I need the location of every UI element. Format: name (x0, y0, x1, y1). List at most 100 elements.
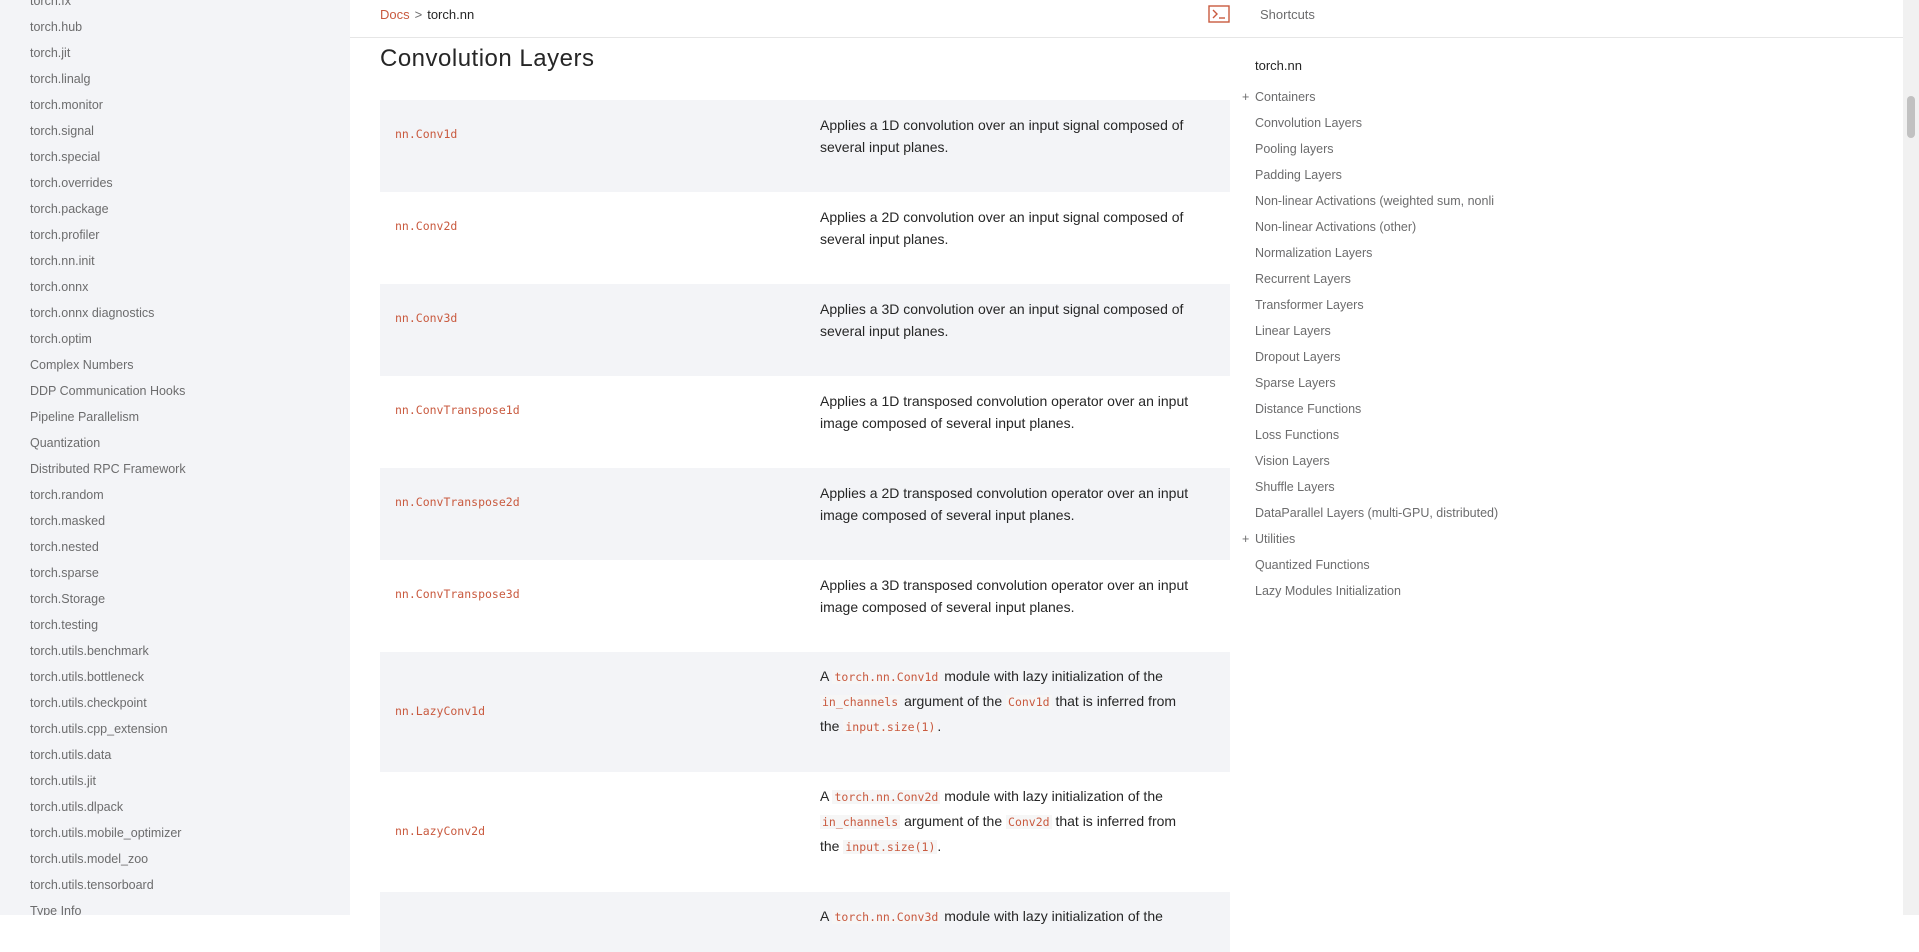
expand-plus-icon[interactable]: + (1242, 526, 1249, 552)
sidebar-item[interactable]: torch.special (30, 144, 186, 170)
sidebar-item[interactable]: Distributed RPC Framework (30, 456, 186, 482)
sidebar-item[interactable]: torch.fx (30, 0, 186, 14)
sidebar-item[interactable]: torch.overrides (30, 170, 186, 196)
desc-text: argument of the (904, 813, 1003, 829)
toc-item[interactable]: Padding Layers (1245, 162, 1498, 188)
sidebar-item[interactable]: torch.utils.data (30, 742, 186, 768)
toc-item[interactable]: Convolution Layers (1245, 110, 1498, 136)
sidebar-item[interactable]: torch.package (30, 196, 186, 222)
sidebar-item[interactable]: torch.jit (30, 40, 186, 66)
sidebar-item[interactable]: DDP Communication Hooks (30, 378, 186, 404)
sidebar-item[interactable]: torch.monitor (30, 92, 186, 118)
sidebar-item[interactable]: torch.utils.bottleneck (30, 664, 186, 690)
scrollbar-thumb[interactable] (1907, 96, 1915, 138)
description-line: A torch.nn.Conv2d module with lazy initi… (820, 784, 1215, 809)
toc-item[interactable]: Dropout Layers (1245, 344, 1498, 370)
sidebar-item[interactable]: torch.nested (30, 534, 186, 560)
sidebar-item[interactable]: torch.utils.cpp_extension (30, 716, 186, 742)
table-row: A torch.nn.Conv3d module with lazy initi… (380, 892, 1230, 952)
vertical-scrollbar[interactable] (1903, 0, 1919, 915)
sidebar-item[interactable]: torch.sparse (30, 560, 186, 586)
toc-item[interactable]: Non-linear Activations (weighted sum, no… (1245, 188, 1498, 214)
toc-item[interactable]: Loss Functions (1245, 422, 1498, 448)
sidebar-item[interactable]: torch.profiler (30, 222, 186, 248)
sidebar-item[interactable]: Pipeline Parallelism (30, 404, 186, 430)
toc-list: + Containers Convolution Layers Pooling lay… (1242, 84, 1498, 604)
expand-plus-icon[interactable]: + (1242, 84, 1249, 110)
api-name-link[interactable]: nn.Conv2d (395, 219, 457, 233)
description-line: image composed of several input planes. (820, 415, 1075, 431)
toc-item[interactable]: Pooling layers (1245, 136, 1498, 162)
toc-item[interactable]: Transformer Layers (1245, 292, 1498, 318)
module-code-link[interactable]: torch.nn.Conv3d (832, 910, 941, 924)
sidebar-item[interactable]: torch.utils.tensorboard (30, 872, 186, 898)
page-title: Convolution Layers (380, 45, 595, 72)
sidebar-item[interactable]: torch.utils.model_zoo (30, 846, 186, 872)
sidebar-item[interactable]: torch.Storage (30, 586, 186, 612)
breadcrumb-docs-link[interactable]: Docs (380, 7, 410, 22)
sidebar-item[interactable]: torch.nn.init (30, 248, 186, 274)
toc-item-label: DataParallel Layers (multi-GPU, distribu… (1255, 506, 1499, 520)
class-code-link[interactable]: Conv2d (1006, 815, 1052, 829)
desc-text: A (820, 788, 829, 804)
desc-text: module with lazy initialization of the (944, 788, 1163, 804)
api-name-link[interactable]: nn.ConvTranspose2d (395, 495, 520, 509)
sidebar-item[interactable]: torch.optim (30, 326, 186, 352)
table-row: nn.Conv3d Applies a 3D convolution over a… (380, 284, 1230, 376)
toc-item[interactable]: Vision Layers (1245, 448, 1498, 474)
toc-item[interactable]: Distance Functions (1245, 396, 1498, 422)
api-name-link[interactable]: nn.ConvTranspose1d (395, 403, 520, 417)
toc-item[interactable]: Linear Layers (1245, 318, 1498, 344)
api-name-link[interactable]: nn.LazyConv2d (395, 824, 485, 838)
sidebar-item[interactable]: Complex Numbers (30, 352, 186, 378)
table-row: nn.ConvTranspose2d Applies a 2D transpose… (380, 468, 1230, 560)
description-line: several input planes. (820, 139, 949, 155)
sidebar-item[interactable]: torch.signal (30, 118, 186, 144)
terminal-icon[interactable] (1208, 5, 1230, 23)
sidebar-item[interactable]: torch.utils.checkpoint (30, 690, 186, 716)
api-name-link[interactable]: nn.Conv3d (395, 311, 457, 325)
sidebar-item[interactable]: Type Info (30, 898, 186, 915)
toc-item[interactable]: Shuffle Layers (1245, 474, 1498, 500)
toc-item[interactable]: + Containers (1242, 84, 1498, 110)
toc-item[interactable]: Recurrent Layers (1245, 266, 1498, 292)
sidebar-item[interactable]: torch.utils.dlpack (30, 794, 186, 820)
sidebar-item[interactable]: Quantization (30, 430, 186, 456)
module-code-link[interactable]: torch.nn.Conv1d (832, 670, 941, 684)
left-sidebar-nav: torch.fx torch.hub torch.jit torch.linalg to… (0, 0, 350, 915)
api-name-link[interactable]: nn.Conv1d (395, 127, 457, 141)
toc-item[interactable]: Quantized Functions (1245, 552, 1498, 578)
desc-text: that is inferred from (1055, 693, 1177, 709)
toc-item[interactable]: + Utilities (1242, 526, 1498, 552)
table-row: nn.LazyConv2d A torch.nn.Conv2d module wi… (380, 772, 1230, 892)
sidebar-item[interactable]: torch.utils.mobile_optimizer (30, 820, 186, 846)
api-name-link[interactable]: nn.LazyConv1d (395, 704, 485, 718)
toc-item-label: Linear Layers (1255, 324, 1331, 338)
sidebar-item[interactable]: torch.hub (30, 14, 186, 40)
toc-title[interactable]: torch.nn (1255, 58, 1302, 73)
sidebar-item[interactable]: torch.testing (30, 612, 186, 638)
description-line: A torch.nn.Conv3d module with lazy initi… (820, 904, 1215, 929)
sidebar-item[interactable]: torch.linalg (30, 66, 186, 92)
description-line: Applies a 3D transposed convolution oper… (820, 577, 1189, 593)
description-line: in_channels argument of the Conv1d that … (820, 689, 1215, 714)
description-line: several input planes. (820, 323, 949, 339)
desc-text: the (820, 718, 840, 734)
toc-item[interactable]: Sparse Layers (1245, 370, 1498, 396)
description-line: Applies a 3D convolution over an input s… (820, 301, 1184, 317)
sidebar-item[interactable]: torch.onnx (30, 274, 186, 300)
sidebar-item[interactable]: torch.masked (30, 508, 186, 534)
toc-item-label: Lazy Modules Initialization (1255, 584, 1401, 598)
table-row: nn.LazyConv1d A torch.nn.Conv1d module wi… (380, 652, 1230, 772)
api-name-link[interactable]: nn.ConvTranspose3d (395, 587, 520, 601)
module-code-link[interactable]: torch.nn.Conv2d (832, 790, 941, 804)
toc-item[interactable]: Lazy Modules Initialization (1245, 578, 1498, 604)
sidebar-item[interactable]: torch.onnx diagnostics (30, 300, 186, 326)
sidebar-item[interactable]: torch.random (30, 482, 186, 508)
toc-item[interactable]: Normalization Layers (1245, 240, 1498, 266)
toc-item[interactable]: DataParallel Layers (multi-GPU, distribu… (1245, 500, 1498, 526)
toc-item[interactable]: Non-linear Activations (other) (1245, 214, 1498, 240)
class-code-link[interactable]: Conv1d (1006, 695, 1052, 709)
sidebar-item[interactable]: torch.utils.benchmark (30, 638, 186, 664)
sidebar-item[interactable]: torch.utils.jit (30, 768, 186, 794)
